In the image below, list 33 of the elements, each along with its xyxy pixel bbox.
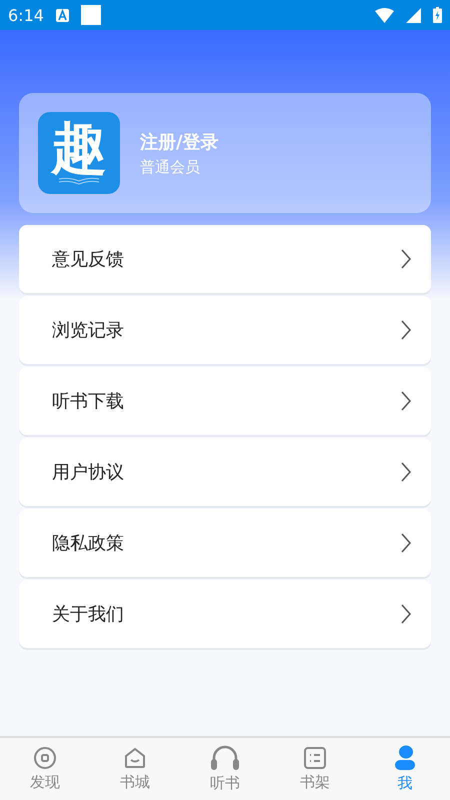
profile-card[interactable]: 趣 注册/登录 普通会员 — [19, 93, 431, 213]
house-icon — [123, 746, 147, 770]
person-icon — [394, 745, 416, 771]
list-icon — [303, 746, 327, 770]
chevron-icon — [401, 391, 411, 411]
menu-item[interactable]: 浏览记录 — [19, 296, 431, 364]
compass-icon — [33, 746, 57, 770]
menu-item[interactable]: 关于我们 — [19, 580, 431, 648]
login-link[interactable]: 注册/登录 — [140, 130, 219, 154]
book-icon — [57, 177, 101, 185]
chevron-icon — [401, 604, 411, 624]
wifi-icon — [375, 8, 394, 22]
logo-character: 趣 — [51, 121, 107, 177]
nav-tab[interactable]: 书架 — [270, 738, 360, 800]
nav-tab[interactable]: 听书 — [180, 738, 270, 800]
chevron-icon — [401, 462, 411, 482]
nav-tab[interactable]: 书城 — [90, 738, 180, 800]
square-icon — [80, 5, 101, 25]
menu-item[interactable]: 意见反馈 — [19, 225, 431, 293]
member-level: 普通会员 — [140, 158, 201, 176]
keyboard-app-icon — [56, 8, 69, 22]
clock-time: 6:14 — [8, 6, 44, 24]
signal-icon — [406, 8, 421, 22]
menu-item[interactable]: 用户协议 — [19, 438, 431, 506]
nav-tab[interactable]: 发现 — [0, 738, 90, 800]
menu-item[interactable]: 隐私政策 — [19, 509, 431, 577]
battery-icon — [433, 7, 442, 23]
nav-tab[interactable]: 我 — [360, 738, 450, 800]
chevron-icon — [401, 249, 411, 269]
chevron-icon — [401, 320, 411, 340]
headphones-icon — [210, 745, 240, 771]
menu-item[interactable]: 听书下载 — [19, 367, 431, 435]
chevron-icon — [401, 533, 411, 553]
